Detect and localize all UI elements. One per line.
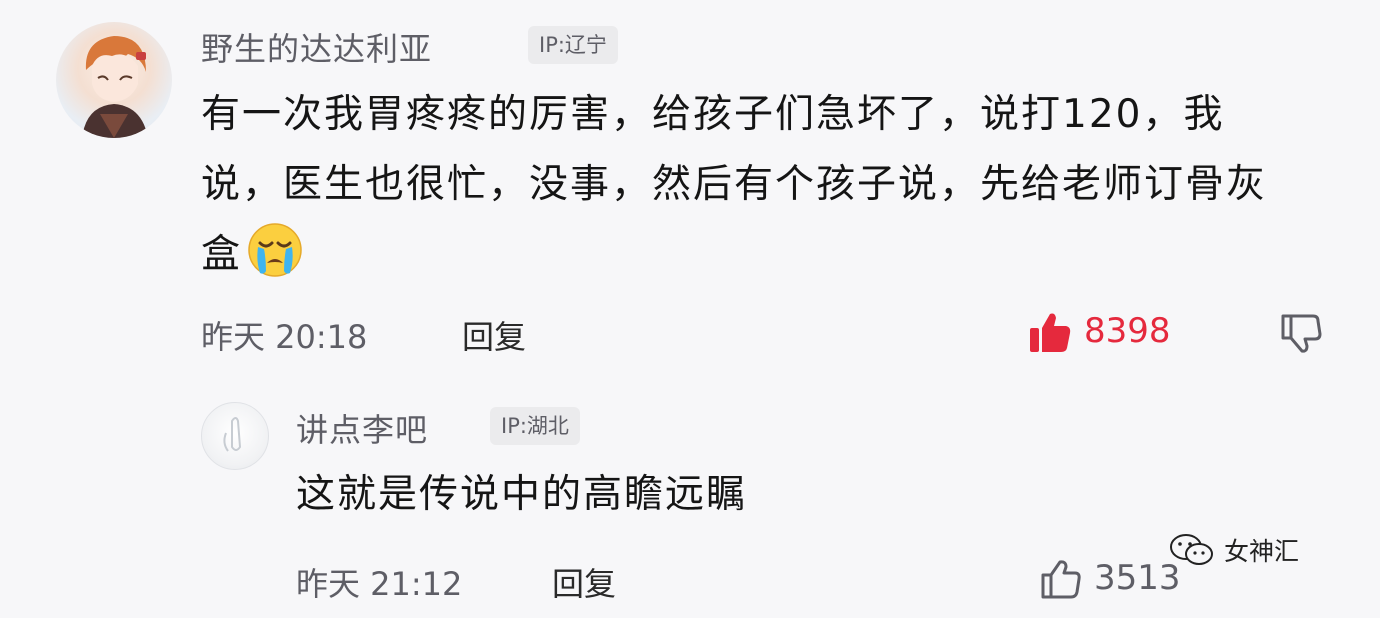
watermark-text: 女神汇 [1224, 537, 1300, 566]
reply-reply-button[interactable]: 回复 [552, 559, 616, 605]
reply-username[interactable]: 讲点李吧 [296, 405, 428, 451]
ip-location-badge: IP:辽宁 [528, 26, 618, 64]
reply-avatar[interactable] [201, 402, 269, 470]
reply-time: 昨天 21:12 [296, 565, 463, 603]
avatar-illustration [82, 36, 148, 138]
comment-text: 有一次我胃疼疼的厉害，给孩子们急坏了，说打120，我说，医生也很忙，没事，然后有… [201, 80, 1291, 290]
avatar-illustration [223, 417, 242, 452]
thumbs-up-icon[interactable] [1040, 558, 1082, 600]
comment-time: 昨天 20:18 [201, 318, 368, 356]
thumbs-down-icon[interactable] [1280, 312, 1322, 354]
like-count: 8398 [1084, 311, 1171, 351]
reply-text: 这就是传说中的高瞻远瞩 [296, 472, 748, 517]
comment-body: 有一次我胃疼疼的厉害，给孩子们急坏了，说打120，我说，医生也很忙，没事，然后有… [201, 92, 1268, 277]
reply-ip-location-badge: IP:湖北 [490, 407, 580, 445]
avatar[interactable] [56, 22, 172, 138]
crying-face-icon [246, 221, 304, 279]
comment-username[interactable]: 野生的达达利亚 [201, 24, 432, 70]
watermark: 女神汇 [1168, 532, 1299, 568]
reply-button[interactable]: 回复 [462, 312, 526, 358]
wechat-icon [1168, 532, 1216, 568]
thumbs-up-filled-icon[interactable] [1028, 310, 1072, 354]
